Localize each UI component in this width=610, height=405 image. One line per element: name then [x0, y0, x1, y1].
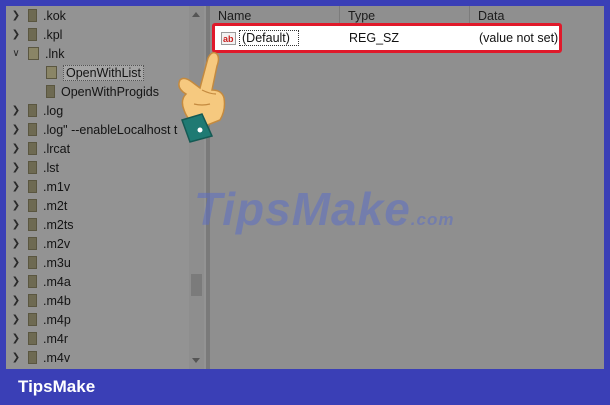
watermark: TipsMake.com	[194, 183, 455, 235]
tree-item-m1v[interactable]: ❯ .m1v	[10, 177, 70, 196]
value-data: (value not set)	[479, 31, 559, 45]
pointing-hand-icon	[178, 51, 226, 143]
value-name: (Default)	[239, 30, 299, 46]
tree-item-openwithprogids[interactable]: OpenWithProgids	[28, 82, 159, 101]
folder-icon	[28, 313, 37, 326]
folder-icon	[28, 9, 37, 22]
folder-icon	[28, 123, 37, 136]
chevron-right-icon[interactable]: ❯	[10, 314, 22, 325]
chevron-right-icon[interactable]: ❯	[10, 10, 22, 21]
value-row-default[interactable]: ab (Default) REG_SZ (value not set)	[212, 23, 562, 53]
chevron-right-icon[interactable]: ❯	[10, 162, 22, 173]
folder-icon	[28, 332, 37, 345]
chevron-right-icon[interactable]: ❯	[10, 219, 22, 230]
folder-open-icon	[28, 47, 39, 60]
tree-item-m2ts[interactable]: ❯ .m2ts	[10, 215, 74, 234]
tree-item-kpl[interactable]: ❯ .kpl	[10, 25, 63, 44]
scroll-down-icon[interactable]	[192, 358, 200, 363]
tree-item-m4r[interactable]: ❯ .m4r	[10, 329, 68, 348]
chevron-right-icon[interactable]: ❯	[10, 295, 22, 306]
chevron-right-icon[interactable]: ❯	[10, 352, 22, 363]
tree-item-m4b[interactable]: ❯ .m4b	[10, 291, 71, 310]
tree-item-openwithlist[interactable]: OpenWithList	[28, 63, 145, 82]
chevron-right-icon[interactable]: ❯	[10, 143, 22, 154]
chevron-right-icon[interactable]: ❯	[10, 181, 22, 192]
folder-icon	[28, 294, 37, 307]
scroll-up-icon[interactable]	[192, 12, 200, 17]
tree-item-m3u[interactable]: ❯ .m3u	[10, 253, 71, 272]
tree-item-m4a[interactable]: ❯ .m4a	[10, 272, 71, 291]
folder-open-icon	[46, 66, 57, 79]
tree-item-log[interactable]: ❯ .log	[10, 101, 63, 120]
folder-icon	[28, 142, 37, 155]
folder-icon	[28, 275, 37, 288]
chevron-down-icon[interactable]: ∨	[10, 48, 22, 59]
chevron-right-icon[interactable]: ❯	[10, 276, 22, 287]
folder-icon	[28, 256, 37, 269]
chevron-right-icon[interactable]: ❯	[10, 238, 22, 249]
tree-item-m2t[interactable]: ❯ .m2t	[10, 196, 68, 215]
tree-item-lnk[interactable]: ∨ .lnk	[10, 44, 64, 63]
tree-item-lst[interactable]: ❯ .lst	[10, 158, 59, 177]
folder-icon	[28, 218, 37, 231]
chevron-right-icon[interactable]: ❯	[10, 257, 22, 268]
chevron-right-icon[interactable]: ❯	[10, 105, 22, 116]
tree-item-kok[interactable]: ❯ .kok	[10, 6, 66, 25]
folder-icon	[28, 237, 37, 250]
chevron-right-icon[interactable]: ❯	[10, 29, 22, 40]
tree-item-lrcat[interactable]: ❯ .lrcat	[10, 139, 70, 158]
brand-logo: TipsMake	[18, 377, 96, 396]
folder-icon	[28, 161, 37, 174]
string-value-icon: ab	[221, 31, 236, 45]
scrollbar-thumb[interactable]	[191, 274, 202, 296]
folder-icon	[28, 199, 37, 212]
folder-icon	[46, 85, 55, 98]
value-type: REG_SZ	[349, 31, 400, 45]
chevron-right-icon[interactable]: ❯	[10, 124, 22, 135]
tree-item-m4v[interactable]: ❯ .m4v	[10, 348, 70, 367]
folder-icon	[28, 28, 37, 41]
folder-icon	[28, 104, 37, 117]
chevron-right-icon[interactable]: ❯	[10, 333, 22, 344]
folder-icon	[28, 351, 37, 364]
tree-item-m2v[interactable]: ❯ .m2v	[10, 234, 70, 253]
folder-icon	[28, 180, 37, 193]
brand-bar: TipsMake	[0, 369, 610, 405]
tree-item-log-localhost[interactable]: ❯ .log" --enableLocalhost t	[10, 120, 178, 139]
tree-item-m4p[interactable]: ❯ .m4p	[10, 310, 71, 329]
chevron-right-icon[interactable]: ❯	[10, 200, 22, 211]
registry-editor-window: ❯ .kok ❯ .kpl ∨ .lnk OpenWithList OpenWi…	[6, 6, 604, 369]
